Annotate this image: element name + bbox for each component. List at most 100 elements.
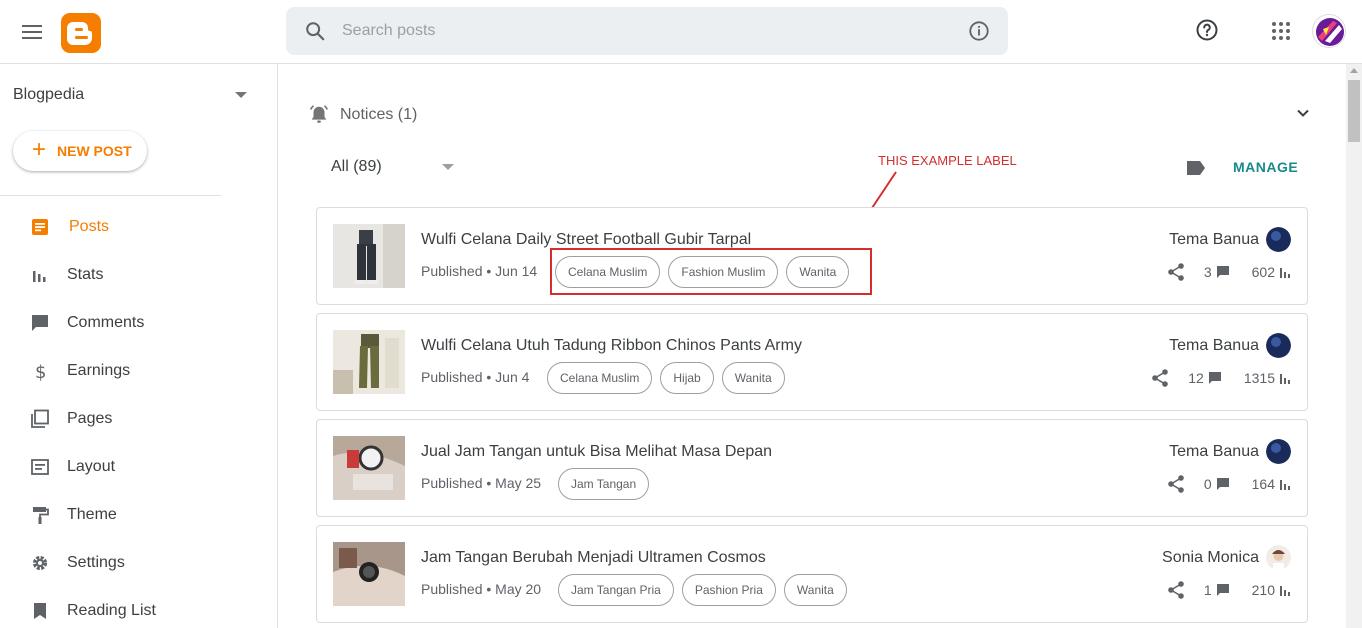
comment-icon <box>1216 478 1229 490</box>
gear-icon <box>32 555 48 571</box>
info-icon[interactable] <box>968 20 990 42</box>
apps-grid-icon[interactable] <box>1271 21 1291 41</box>
label-chip[interactable]: Pashion Pria <box>681 574 776 606</box>
post-row[interactable]: Jam Tangan Berubah Menjadi Ultramen Cosm… <box>316 525 1308 623</box>
sidebar-item-label: Comments <box>67 314 145 331</box>
blog-name[interactable]: Blogpedia <box>13 86 84 104</box>
post-stats: 3 602 <box>1166 260 1291 284</box>
main-content: Notices (1) All (89) THIS EXAMPLE LABEL … <box>279 64 1346 628</box>
view-count: 602 <box>1251 264 1275 280</box>
account-avatar[interactable] <box>1312 14 1346 48</box>
post-status: Published • May 20 <box>421 581 542 597</box>
blog-selector-caret-icon[interactable] <box>235 92 247 98</box>
scrollbar-thumb[interactable] <box>1348 80 1360 142</box>
share-icon[interactable] <box>1166 262 1186 282</box>
sidebar-divider <box>0 195 221 196</box>
label-chip[interactable]: Celana Muslim <box>547 362 653 394</box>
post-title[interactable]: Jual Jam Tangan untuk Bisa Melihat Masa … <box>421 443 772 461</box>
stats-bar-icon <box>1280 374 1290 384</box>
author-avatar <box>1266 545 1291 570</box>
sidebar-item-label: Posts <box>69 218 110 235</box>
post-title[interactable]: Wulfi Celana Daily Street Football Gubir… <box>421 231 751 249</box>
sidebar-item-posts[interactable]: Posts <box>0 207 277 247</box>
post-row[interactable]: Jual Jam Tangan untuk Bisa Melihat Masa … <box>316 419 1308 517</box>
share-icon[interactable] <box>1150 368 1170 388</box>
stats-bar-icon <box>1280 268 1290 278</box>
post-author: Tema Banua <box>1169 337 1259 354</box>
post-labels: Jam Tangan Pria Pashion Pria Wanita <box>558 574 847 606</box>
post-labels: Celana Muslim Hijab Wanita <box>547 362 785 394</box>
sidebar-item-comments[interactable]: Comments <box>0 303 277 343</box>
author-avatar <box>1266 227 1291 252</box>
author-avatar <box>1266 333 1291 358</box>
sidebar-item-layout[interactable]: Layout <box>0 447 277 487</box>
post-author: Tema Banua <box>1169 231 1259 248</box>
post-thumbnail <box>333 224 405 288</box>
sidebar-item-earnings[interactable]: $ Earnings <box>0 351 277 391</box>
label-chip[interactable]: Wanita <box>721 362 785 394</box>
label-chip[interactable]: Hijab <box>660 362 714 394</box>
comment-count: 3 <box>1203 264 1212 280</box>
posts-icon <box>32 219 48 235</box>
search-icon[interactable] <box>304 20 326 42</box>
post-thumbnail <box>333 436 405 500</box>
annotation-label: THIS EXAMPLE LABEL <box>878 153 1017 168</box>
label-tag-icon[interactable] <box>1185 159 1207 177</box>
annotation-highlight-box <box>550 248 872 295</box>
post-status: Published • May 25 <box>421 475 542 491</box>
comments-icon <box>32 315 48 331</box>
manage-labels-button[interactable]: MANAGE <box>1233 159 1298 175</box>
sidebar: Blogpedia + NEW POST Posts Stats Comment… <box>0 64 278 628</box>
sidebar-item-settings[interactable]: Settings <box>0 543 277 583</box>
post-thumbnail <box>333 330 405 394</box>
post-stats: 1 210 <box>1166 578 1291 602</box>
menu-icon[interactable] <box>22 21 44 43</box>
post-stats: 12 1315 <box>1150 366 1291 390</box>
sidebar-item-label: Reading List <box>67 602 156 619</box>
label-chip[interactable]: Jam Tangan <box>558 468 650 500</box>
sidebar-item-label: Theme <box>67 506 117 523</box>
new-post-label: NEW POST <box>57 143 132 159</box>
scrollbar[interactable] <box>1346 64 1362 628</box>
author-avatar <box>1266 439 1291 464</box>
help-icon[interactable] <box>1195 18 1219 42</box>
filter-caret-icon[interactable] <box>442 164 454 170</box>
search-bar <box>286 7 1008 55</box>
comment-icon <box>1216 266 1229 278</box>
pages-icon <box>31 409 49 428</box>
share-icon[interactable] <box>1166 474 1186 494</box>
post-title[interactable]: Jam Tangan Berubah Menjadi Ultramen Cosm… <box>421 549 766 567</box>
comment-count: 1 <box>1203 582 1212 598</box>
plus-icon: + <box>32 136 47 163</box>
dollar-icon: $ <box>35 362 46 381</box>
post-title[interactable]: Wulfi Celana Utuh Tadung Ribbon Chinos P… <box>421 337 802 355</box>
chevron-down-icon[interactable] <box>1295 105 1311 121</box>
sidebar-item-reading-list[interactable]: Reading List <box>0 591 277 628</box>
notices-label[interactable]: Notices (1) <box>340 106 417 124</box>
notification-bell-icon <box>309 105 329 123</box>
search-input[interactable] <box>342 17 942 45</box>
svg-text:$: $ <box>35 362 46 381</box>
post-filter-select[interactable]: All (89) <box>331 158 382 176</box>
sidebar-item-label: Stats <box>67 266 104 283</box>
sidebar-item-pages[interactable]: Pages <box>0 399 277 439</box>
post-author: Sonia Monica <box>1162 549 1259 566</box>
top-bar <box>0 0 1362 64</box>
label-chip[interactable]: Wanita <box>783 574 847 606</box>
scroll-up-arrow-icon[interactable] <box>1350 68 1358 73</box>
comment-icon <box>1208 372 1221 384</box>
post-stats: 0 164 <box>1166 472 1291 496</box>
post-status: Published • Jun 4 <box>421 369 530 385</box>
sidebar-item-label: Layout <box>67 458 116 475</box>
stats-icon <box>33 269 46 282</box>
blogger-logo[interactable] <box>61 13 101 53</box>
paint-roller-icon <box>33 507 49 524</box>
post-row[interactable]: Wulfi Celana Utuh Tadung Ribbon Chinos P… <box>316 313 1308 411</box>
view-count: 210 <box>1251 582 1275 598</box>
sidebar-item-stats[interactable]: Stats <box>0 255 277 295</box>
post-thumbnail <box>333 542 405 606</box>
sidebar-item-theme[interactable]: Theme <box>0 495 277 535</box>
new-post-button[interactable]: + NEW POST <box>13 131 147 171</box>
label-chip[interactable]: Jam Tangan Pria <box>558 574 674 606</box>
share-icon[interactable] <box>1166 580 1186 600</box>
